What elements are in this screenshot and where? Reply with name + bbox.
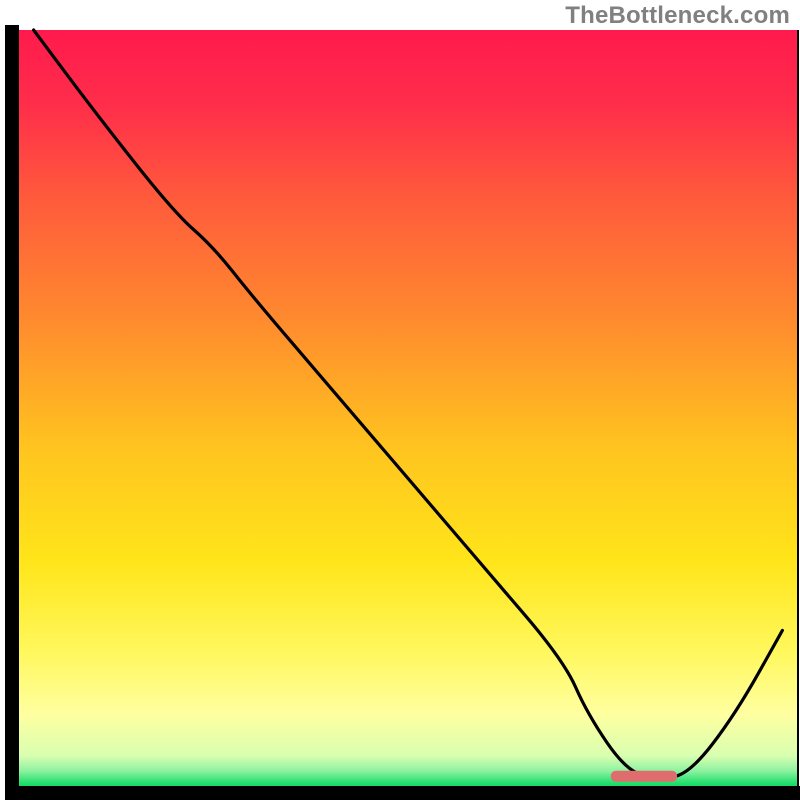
optimum-marker (611, 771, 677, 782)
bottleneck-chart (0, 0, 800, 800)
chart-stage: TheBottleneck.com (0, 0, 800, 800)
plot-background (18, 30, 798, 790)
watermark-label: TheBottleneck.com (565, 2, 790, 30)
